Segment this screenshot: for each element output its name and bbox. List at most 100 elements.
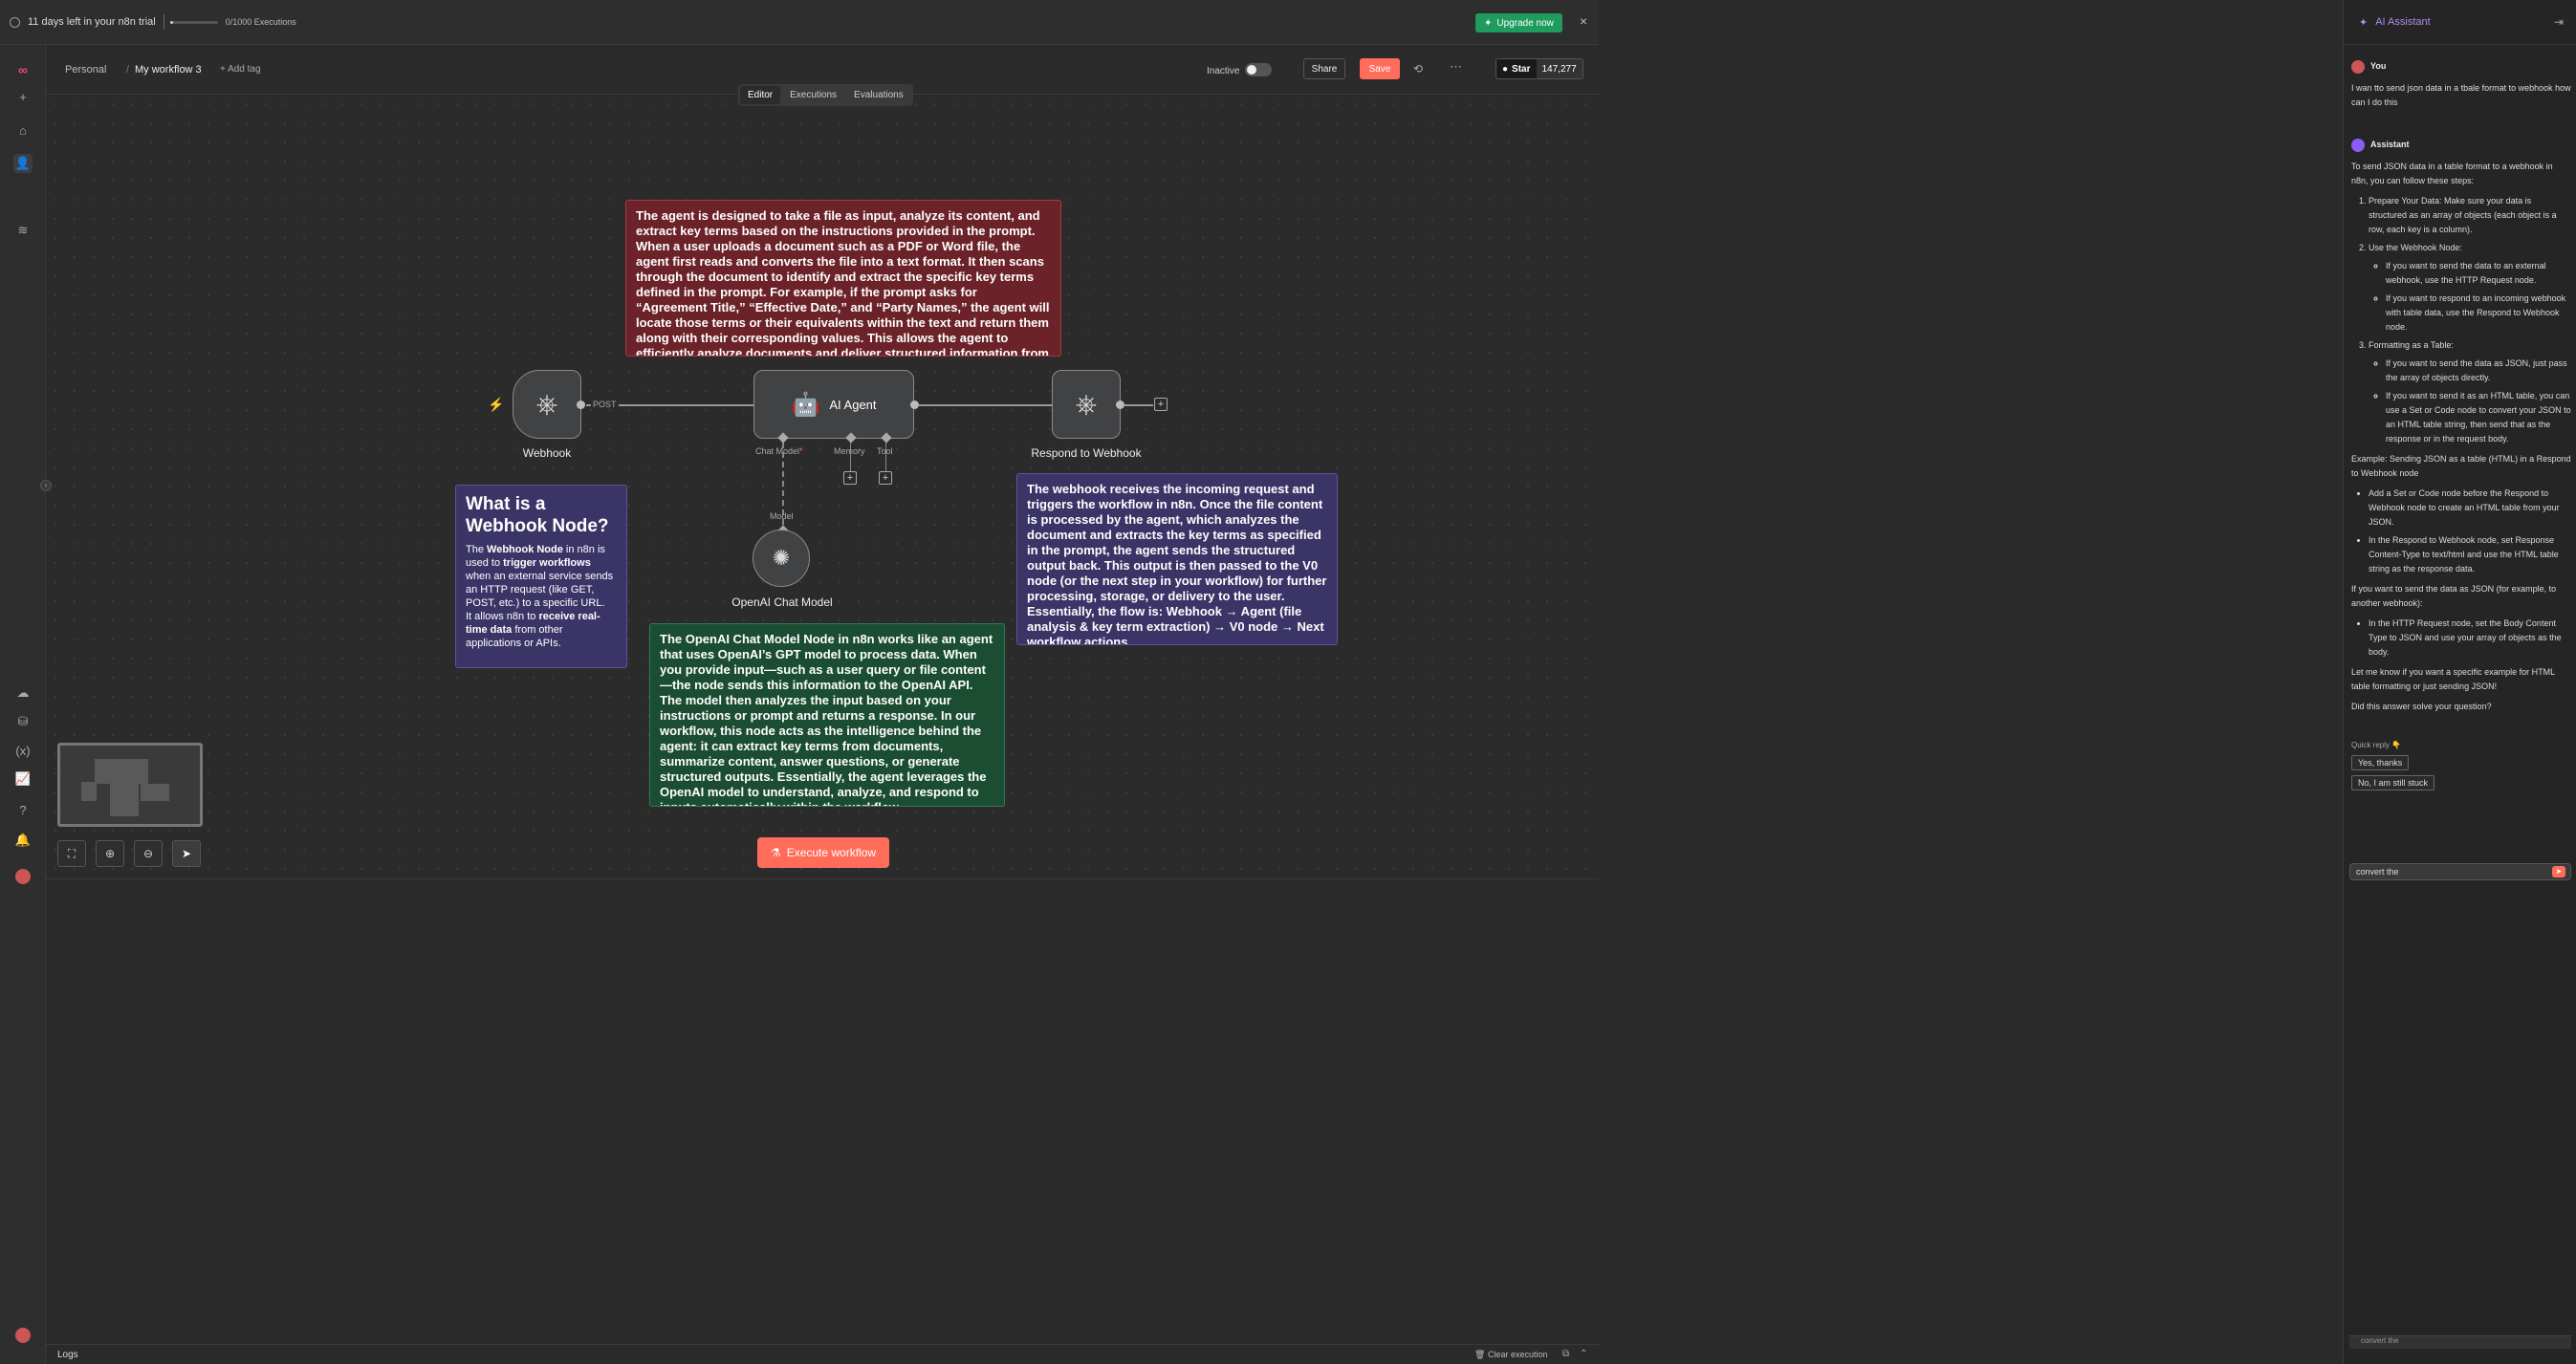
upgrade-now-button[interactable]: ✦ Upgrade now	[1475, 13, 1562, 32]
sparkle-icon: ✦	[2359, 16, 2369, 29]
sticky-title: What is a Webhook Node?	[466, 494, 609, 536]
trial-banner: 11 days left in your n8n trial 0/1000 Ex…	[0, 0, 1599, 45]
workflow-name[interactable]: My workflow 3	[135, 64, 202, 76]
database-icon[interactable]: ⛁	[13, 712, 33, 731]
send-icon[interactable]: ➤	[2552, 866, 2565, 877]
quick-reply-yes-button[interactable]: Yes, thanks	[2351, 755, 2410, 770]
assistant-question: Did this answer solve your question?	[2351, 702, 2492, 711]
robot-icon: 🤖	[791, 391, 820, 418]
edge-label: POST	[591, 400, 619, 409]
workflow-canvas[interactable]: + ▭ ◫ ✦ The agent is designed to take a …	[46, 95, 1631, 879]
help-icon[interactable]: ?	[13, 800, 33, 819]
user-avatar	[2351, 59, 2365, 74]
respond-output-handle[interactable]	[1116, 401, 1124, 409]
webhook-output-handle[interactable]	[577, 401, 585, 409]
assistant-followup: Let me know if you want a specific examp…	[2351, 667, 2555, 691]
plus-icon[interactable]: +	[13, 87, 33, 106]
webhook-node[interactable]: ⎈	[513, 370, 581, 439]
list-item: If you want to respond to an incoming we…	[2386, 292, 2571, 335]
variables-icon[interactable]: (x)	[13, 741, 33, 760]
ai-assistant-header: ✦ AI Assistant ⇥	[2344, 0, 2576, 45]
zoom-out-icon[interactable]: ⊖	[134, 840, 163, 867]
list-item: Formatting as a Table: If you want to se…	[2369, 338, 2571, 446]
close-icon[interactable]: ×	[1580, 13, 1587, 29]
sticky-note-openai[interactable]: The OpenAI Chat Model Node in n8n works …	[649, 623, 1005, 807]
clock-icon	[10, 16, 20, 28]
sticky-note-respond[interactable]: The webhook receives the incoming reques…	[1016, 473, 1338, 645]
logs-title: Logs	[57, 1350, 78, 1360]
github-star-label: Star	[1512, 63, 1531, 75]
project-breadcrumb[interactable]: Personal	[65, 64, 106, 76]
minimap[interactable]	[57, 743, 203, 827]
tab-editor[interactable]: Editor	[740, 86, 781, 104]
edge-agent-respond[interactable]	[919, 404, 1053, 406]
pointer-icon[interactable]: ➤	[172, 840, 201, 867]
share-button[interactable]: Share	[1303, 58, 1345, 79]
github-star-button[interactable]: ● Star 147,277	[1495, 58, 1583, 79]
insights-icon[interactable]: 📈	[13, 769, 33, 789]
add-tag-button[interactable]: + Add tag	[220, 64, 261, 75]
sticky-text: The agent is designed to take a file as …	[636, 208, 1050, 357]
assistant-message: Assistant To send JSON data in a table f…	[2351, 138, 2571, 720]
sticky-note-webhook[interactable]: What is a Webhook Node? The Webhook Node…	[455, 485, 627, 668]
popout-icon[interactable]: ⧉	[1562, 1349, 1569, 1359]
avatar[interactable]	[13, 867, 33, 886]
ai-agent-node[interactable]: 🤖 AI Agent	[753, 370, 914, 439]
upgrade-label: Upgrade now	[1496, 17, 1554, 29]
collapse-panel-icon[interactable]: ⇥	[2554, 15, 2564, 29]
tab-evaluations[interactable]: Evaluations	[846, 86, 911, 104]
model-port-label: Model	[770, 511, 794, 521]
user-name: You	[2370, 61, 2387, 71]
user-avatar[interactable]	[13, 1326, 33, 1345]
zoom-in-icon[interactable]: ⊕	[96, 840, 124, 867]
list-item: If you want to send the data as JSON, ju…	[2386, 357, 2571, 385]
webhook-icon: ⎈	[1075, 388, 1098, 419]
add-memory-button[interactable]: +	[843, 471, 857, 485]
view-tabs: Editor Executions Evaluations	[738, 84, 913, 106]
agent-output-handle[interactable]	[910, 401, 919, 409]
memory-connector	[850, 443, 851, 471]
empty-area	[1599, 0, 2343, 1364]
execute-label: Execute workflow	[786, 846, 877, 859]
activation-toggle[interactable]	[1245, 63, 1272, 76]
execute-workflow-button[interactable]: ⚗ Execute workflow	[757, 837, 889, 868]
sticky-note-agent[interactable]: The agent is designed to take a file as …	[625, 200, 1061, 357]
chevron-up-icon[interactable]: ⌃	[1580, 1349, 1587, 1359]
chat-input[interactable]	[2349, 863, 2571, 880]
user-icon[interactable]: 👤	[13, 154, 33, 173]
openai-chat-model-node[interactable]: ✺	[753, 530, 810, 587]
layers-icon[interactable]: ≋	[13, 221, 33, 240]
sticky-text: The OpenAI Chat Model Node in n8n works …	[660, 632, 993, 806]
n8n-logo-icon[interactable]: ∞	[13, 60, 33, 79]
assistant-name: Assistant	[2370, 140, 2410, 149]
home-icon[interactable]: ⌂	[13, 120, 33, 140]
github-icon: ●	[1502, 63, 1509, 75]
save-button[interactable]: Save	[1360, 58, 1400, 79]
webhook-node-label: Webhook	[522, 446, 572, 460]
status-label: Inactive	[1207, 66, 1240, 76]
more-options-icon[interactable]: ⋯	[1450, 59, 1462, 75]
gift-icon: ✦	[1484, 17, 1493, 29]
clear-execution-button[interactable]: 🗑 Clear execution	[1474, 1350, 1547, 1360]
respond-to-webhook-node[interactable]: ⎈	[1052, 370, 1121, 439]
quick-reply-no-button[interactable]: No, I am still stuck	[2351, 775, 2435, 790]
list-item: If you want to send it as an HTML table,…	[2386, 389, 2571, 446]
tab-executions[interactable]: Executions	[782, 86, 844, 104]
sticky-text: The webhook receives the incoming reques…	[1027, 482, 1327, 645]
history-icon[interactable]: ⟲	[1413, 62, 1423, 76]
chat-input-ghost: convert the	[2349, 1335, 2571, 1349]
cloud-icon[interactable]: ☁	[13, 683, 33, 703]
quick-reply-label: Quick reply 👇	[2351, 741, 2402, 749]
add-tool-button[interactable]: +	[879, 471, 892, 485]
executions-count: 0/1000 Executions	[225, 17, 296, 27]
collapse-sidebar-icon[interactable]: ‹	[40, 480, 52, 491]
bell-icon[interactable]: 🔔	[13, 831, 33, 850]
logs-bar[interactable]: Logs 🗑 Clear execution ⧉ ⌃	[46, 1344, 1599, 1364]
breadcrumb-separator: /	[126, 64, 130, 76]
fit-view-icon[interactable]: ⛶	[57, 840, 86, 867]
add-next-node-button[interactable]: +	[1154, 398, 1168, 411]
list-item: In the HTTP Request node, set the Body C…	[2369, 617, 2571, 660]
github-star-count: 147,277	[1536, 59, 1583, 78]
webhook-icon: ⎈	[535, 388, 558, 419]
user-message: You I wan tto send json data in a tbale …	[2351, 59, 2571, 110]
